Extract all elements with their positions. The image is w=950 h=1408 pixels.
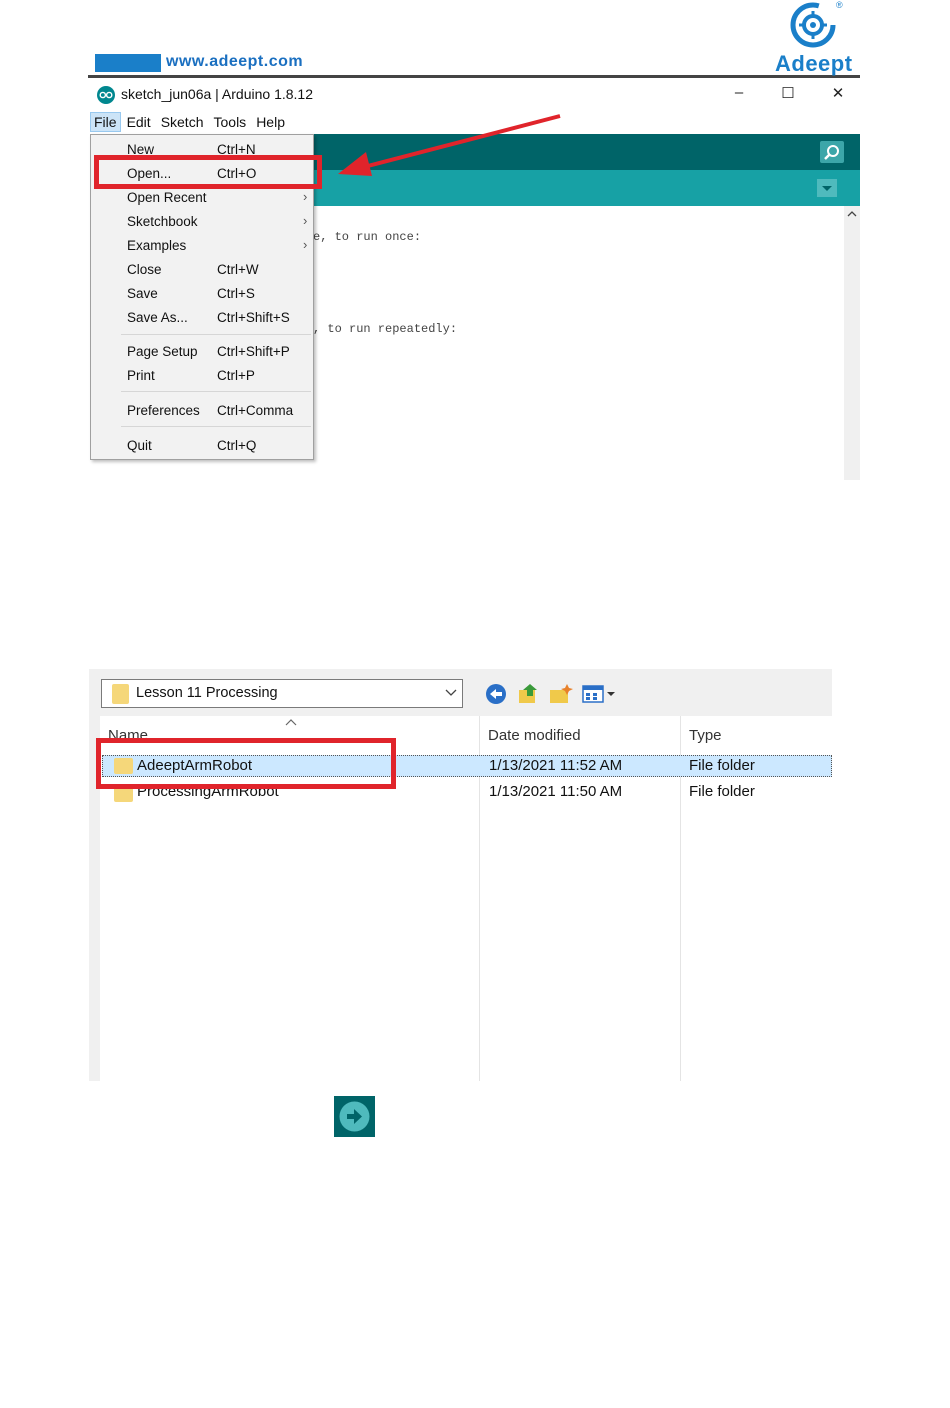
column-header-type[interactable]: Type bbox=[689, 727, 722, 744]
maximize-button[interactable]: ☐ bbox=[778, 84, 798, 102]
menu-item-label: Examples bbox=[127, 238, 187, 253]
view-menu-icon[interactable] bbox=[582, 684, 618, 704]
menu-item-shortcut: Ctrl+Shift+S bbox=[217, 310, 290, 325]
close-button[interactable]: ✕ bbox=[828, 84, 848, 102]
website-url: www.adeept.com bbox=[166, 53, 304, 70]
menu-item-label: Quit bbox=[127, 438, 152, 453]
menu-item-label: Save bbox=[127, 286, 158, 301]
menu-item-label: Print bbox=[127, 368, 155, 383]
code-line-loop-comment: , to run repeatedly: bbox=[313, 322, 458, 336]
menu-separator bbox=[121, 334, 311, 335]
folder-date: 1/13/2021 11:50 AM bbox=[489, 783, 623, 800]
new-folder-icon[interactable] bbox=[548, 682, 574, 706]
menu-item-label: Page Setup bbox=[127, 344, 198, 359]
brand-name: Adeept bbox=[775, 51, 853, 76]
editor-scrollbar[interactable] bbox=[844, 206, 860, 480]
upload-button[interactable] bbox=[334, 1096, 375, 1137]
menu-tools[interactable]: Tools bbox=[210, 112, 251, 132]
menu-item-shortcut: Ctrl+Q bbox=[217, 438, 257, 453]
menu-sketch[interactable]: Sketch bbox=[157, 112, 208, 132]
menu-separator bbox=[121, 426, 311, 427]
registered-mark: ® bbox=[836, 0, 843, 10]
menu-item-label: Close bbox=[127, 262, 162, 277]
chevron-up-icon bbox=[847, 211, 857, 217]
folder-highlight-box bbox=[96, 738, 396, 789]
menu-item-save[interactable]: Save Ctrl+S bbox=[91, 283, 313, 305]
menu-item-label: Open Recent bbox=[127, 190, 207, 205]
folder-type: File folder bbox=[689, 757, 755, 774]
up-folder-icon[interactable] bbox=[516, 682, 540, 706]
submenu-arrow-icon: › bbox=[303, 237, 308, 252]
menu-item-shortcut: Ctrl+Comma bbox=[217, 403, 294, 418]
minimize-button[interactable]: – bbox=[729, 84, 749, 101]
serial-monitor-button[interactable] bbox=[820, 141, 844, 163]
chevron-down-icon bbox=[822, 186, 832, 191]
back-icon[interactable] bbox=[485, 683, 507, 705]
menu-separator bbox=[121, 391, 311, 392]
pointer-arrow-icon bbox=[338, 114, 561, 176]
menu-item-shortcut: Ctrl+P bbox=[217, 368, 255, 383]
menu-help[interactable]: Help bbox=[252, 112, 289, 132]
menu-item-print[interactable]: Print Ctrl+P bbox=[91, 365, 313, 387]
adeept-logo-icon bbox=[790, 2, 836, 48]
folder-icon bbox=[112, 684, 129, 704]
menu-item-shortcut: Ctrl+W bbox=[217, 262, 259, 277]
column-header-date[interactable]: Date modified bbox=[488, 727, 581, 744]
chevron-down-icon bbox=[445, 689, 457, 696]
menu-item-quit[interactable]: Quit Ctrl+Q bbox=[91, 435, 313, 457]
header-divider bbox=[88, 75, 860, 78]
sort-up-icon bbox=[285, 719, 297, 726]
tab-menu-button[interactable] bbox=[817, 179, 837, 197]
folder-type: File folder bbox=[689, 783, 755, 800]
menu-edit[interactable]: Edit bbox=[123, 112, 155, 132]
folder-date: 1/13/2021 11:52 AM bbox=[489, 757, 623, 774]
current-folder-name: Lesson 11 Processing bbox=[136, 685, 278, 701]
magnifier-icon bbox=[824, 145, 839, 160]
menu-item-save-as[interactable]: Save As... Ctrl+Shift+S bbox=[91, 307, 313, 329]
menu-item-examples[interactable]: Examples › bbox=[91, 235, 313, 257]
submenu-arrow-icon: › bbox=[303, 213, 308, 228]
submenu-arrow-icon: › bbox=[303, 189, 308, 204]
arduino-icon bbox=[97, 86, 115, 104]
menu-file[interactable]: File bbox=[90, 112, 121, 132]
menu-bar: File Edit Sketch Tools Help bbox=[90, 112, 291, 134]
code-line-setup-comment: e, to run once: bbox=[313, 230, 422, 244]
menu-item-shortcut: Ctrl+S bbox=[217, 286, 255, 301]
header-blue-bar bbox=[95, 54, 161, 72]
menu-item-sketchbook[interactable]: Sketchbook › bbox=[91, 211, 313, 233]
menu-item-close[interactable]: Close Ctrl+W bbox=[91, 259, 313, 281]
open-highlight-box bbox=[94, 155, 322, 189]
menu-item-label: Preferences bbox=[127, 403, 200, 418]
menu-item-label: Sketchbook bbox=[127, 214, 198, 229]
window-title: sketch_jun06a | Arduino 1.8.12 bbox=[121, 86, 314, 102]
menu-item-open-recent[interactable]: Open Recent › bbox=[91, 187, 313, 209]
menu-item-shortcut: Ctrl+Shift+P bbox=[217, 344, 290, 359]
menu-item-label: Save As... bbox=[127, 310, 188, 325]
arrow-right-icon bbox=[339, 1101, 370, 1132]
menu-item-page-setup[interactable]: Page Setup Ctrl+Shift+P bbox=[91, 341, 313, 363]
menu-item-preferences[interactable]: Preferences Ctrl+Comma bbox=[91, 400, 313, 422]
